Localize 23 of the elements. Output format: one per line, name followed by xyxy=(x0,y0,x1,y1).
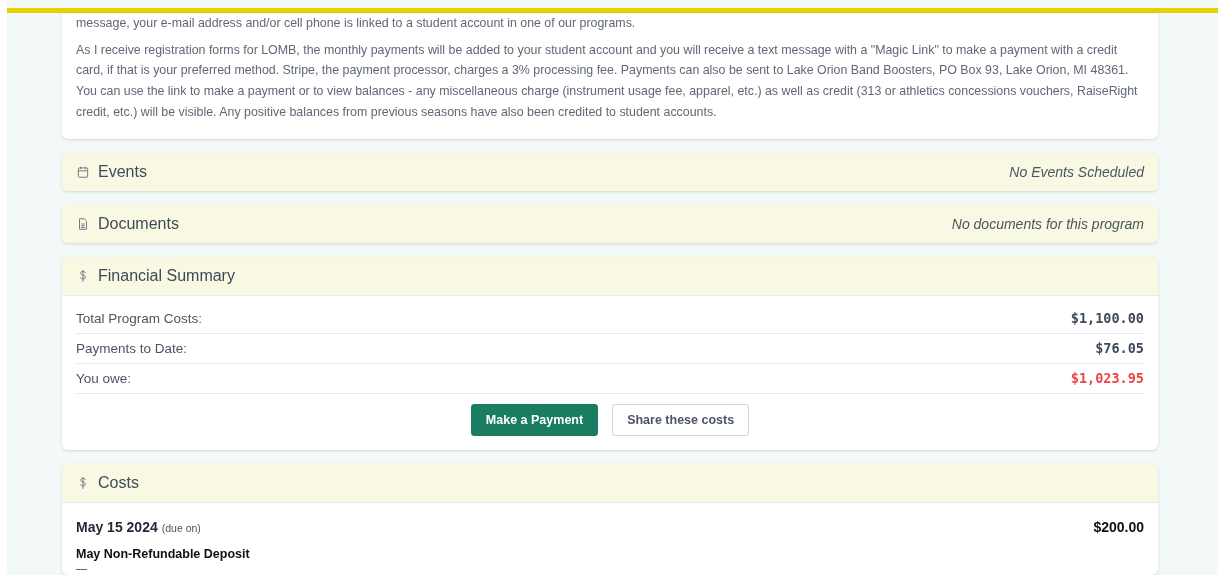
summary-amount: $1,100.00 xyxy=(1070,310,1144,326)
info-paragraph: As I receive registration forms for LOMB, the monthly payments will be added to your student account and you will receive a text message with a "Magic Link" to make a payment with a credit card, if that is your preferred method. Stripe, the payment processor, charges a 3% processing fee. Payments can also be sent to Lake Orion Band Boosters, PO Box 93, Lake Orion, MI 48361. You can use the link to make a payment or to view balances - any miscellaneous charge (instrument usage fee, apparel, etc.) as well as credit (313 or athletics concessions vouchers, RaiseRight credit, etc.) will be visible. Any positive balances from previous seasons have also been credited to student accounts. xyxy=(76,41,1139,121)
due-note: (due on) xyxy=(161,521,201,534)
empty-note: No Events Scheduled xyxy=(1009,163,1144,180)
panel-title: Costs xyxy=(98,473,140,492)
summary-amount: $76.05 xyxy=(1095,340,1144,356)
empty-note: No documents for this program xyxy=(951,215,1144,232)
cost-amount: $200.00 xyxy=(1093,518,1144,535)
calendar-icon xyxy=(76,164,90,179)
share-button[interactable]: Share these costs xyxy=(612,403,750,436)
summary-label: You owe: xyxy=(76,370,132,386)
panel-title: Events xyxy=(98,162,148,181)
summary-label: Total Program Costs: xyxy=(76,310,203,326)
panel-title: Financial Summary xyxy=(98,266,236,285)
cost-name: May Non-Refundable Deposit xyxy=(76,546,251,561)
info-paragraph: message, your e-mail address and/or cell phone is linked to a student account in one of our programs. xyxy=(76,15,637,32)
payment-button[interactable]: Make a Payment xyxy=(470,403,599,436)
cost-description: — xyxy=(76,561,88,575)
document-icon xyxy=(76,216,90,231)
summary-label: Payments to Date: xyxy=(76,340,188,356)
due-date: May 15 2024 xyxy=(76,518,158,535)
summary-amount: $1,023.95 xyxy=(1070,370,1144,386)
panel-title: Documents xyxy=(98,214,180,233)
